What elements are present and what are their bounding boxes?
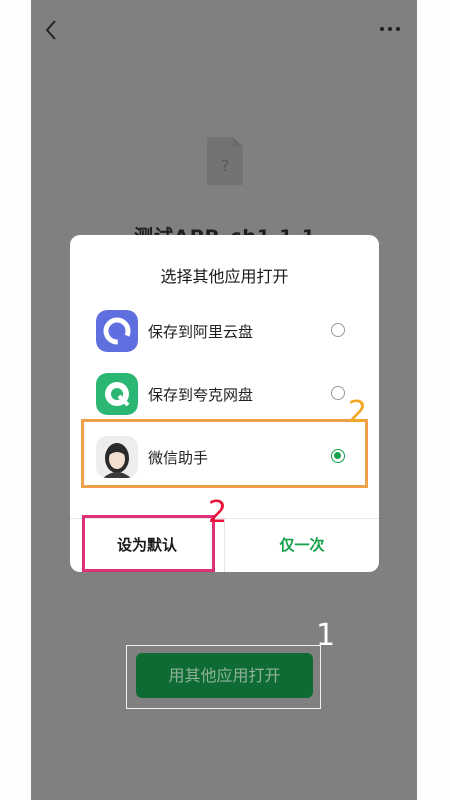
option-quark-drive[interactable]: 保存到夸克网盘 bbox=[90, 368, 359, 422]
annotation-box-2-orange bbox=[81, 419, 368, 488]
left-margin bbox=[0, 0, 31, 800]
aliyun-drive-icon bbox=[96, 310, 138, 352]
unknown-file-icon: ? bbox=[207, 137, 243, 185]
chevron-left-icon[interactable] bbox=[42, 18, 62, 42]
option-radio[interactable] bbox=[331, 386, 345, 400]
option-label: 保存到阿里云盘 bbox=[148, 323, 254, 341]
once-button[interactable]: 仅一次 bbox=[225, 519, 379, 572]
right-margin bbox=[417, 0, 450, 800]
quark-drive-icon bbox=[96, 373, 138, 415]
annotation-box-1 bbox=[126, 645, 321, 709]
annotation-box-2-pink bbox=[82, 515, 215, 572]
annotation-number-1: 1 bbox=[316, 618, 336, 653]
dialog-title: 选择其他应用打开 bbox=[160, 267, 289, 286]
option-label: 保存到夸克网盘 bbox=[148, 386, 254, 404]
svg-text:?: ? bbox=[221, 156, 230, 175]
more-horizontal-icon[interactable] bbox=[378, 21, 402, 37]
option-radio[interactable] bbox=[331, 323, 345, 337]
option-aliyun-drive[interactable]: 保存到阿里云盘 bbox=[90, 305, 359, 359]
annotation-number-2-orange: 2 bbox=[348, 395, 368, 430]
annotation-number-2-pink: 2 bbox=[208, 495, 228, 530]
